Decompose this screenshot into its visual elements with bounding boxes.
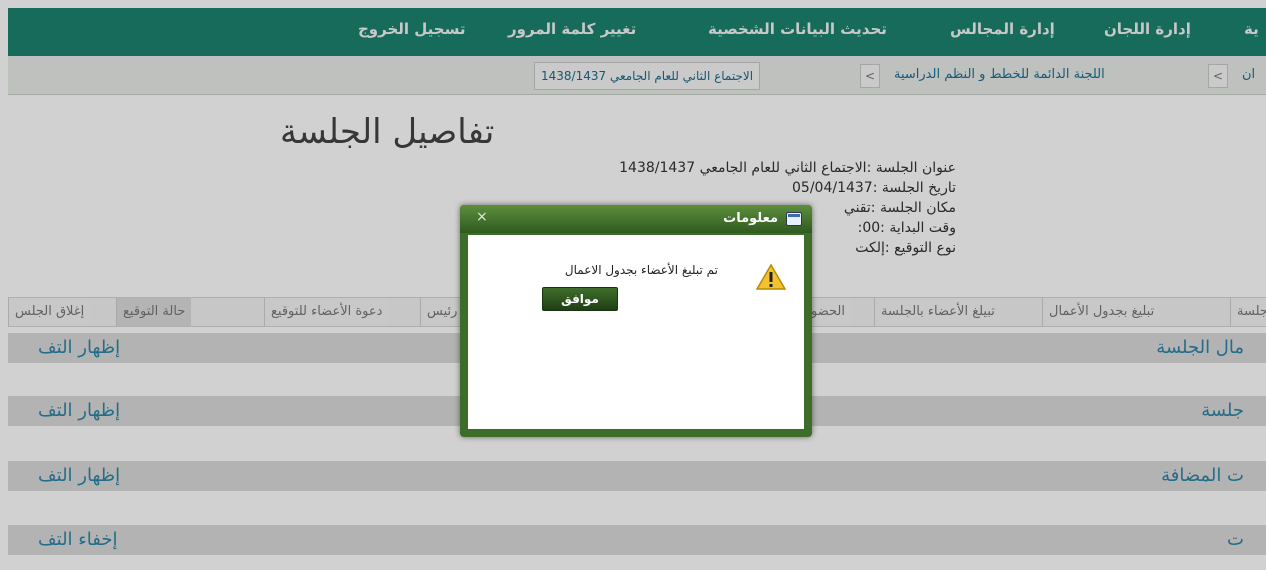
warning-icon <box>756 263 786 290</box>
ok-button[interactable]: موافق <box>542 287 618 311</box>
page: تسجيل الخروج تغيير كلمة المرور تحديث الب… <box>0 0 1266 570</box>
dialog-message: تم تبليغ الأعضاء بجدول الاعمال <box>564 263 718 277</box>
dialog-body: تم تبليغ الأعضاء بجدول الاعمال موافق <box>468 235 804 429</box>
dialog-titlebar[interactable]: معلومات × <box>460 205 812 233</box>
window-icon <box>786 212 802 226</box>
close-icon[interactable]: × <box>476 209 488 225</box>
info-dialog: معلومات × تم تبليغ الأعضاء بجدول الاعمال… <box>460 205 812 437</box>
dialog-title: معلومات <box>723 211 778 226</box>
